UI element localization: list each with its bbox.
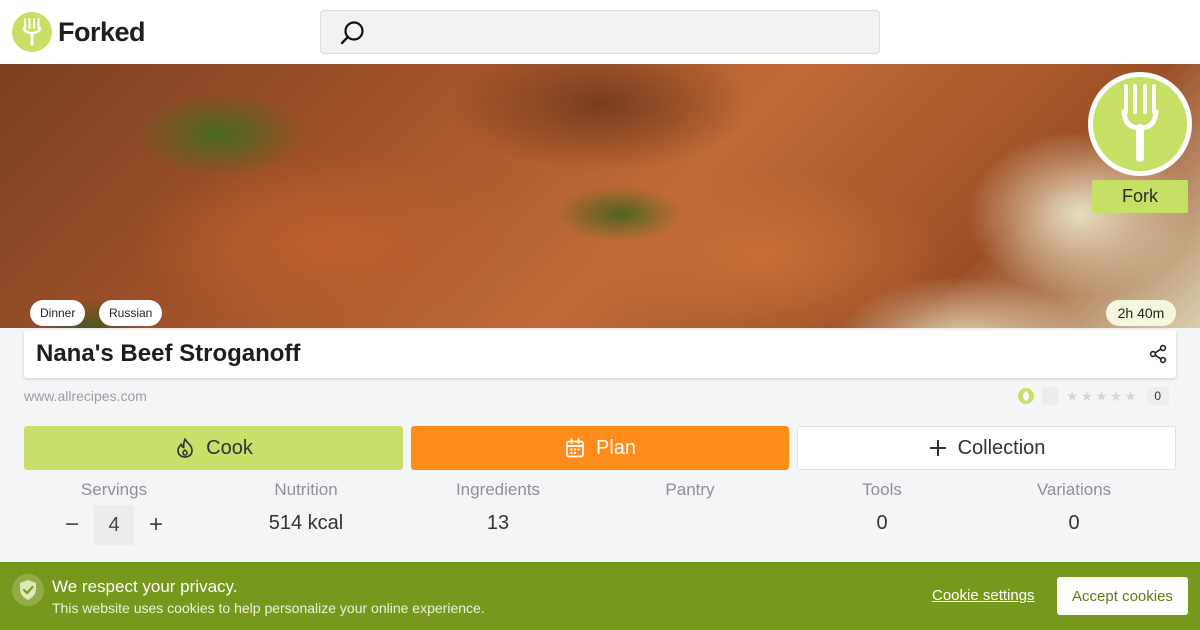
rating-count: 0 xyxy=(1146,387,1169,405)
recipe-title: Nana's Beef Stroganoff xyxy=(36,340,301,367)
rating-row: ★★★★★ 0 xyxy=(1018,386,1169,406)
nutrition-label: Nutrition xyxy=(274,480,338,499)
logo[interactable]: Forked xyxy=(12,12,146,52)
collection-button-label: Collection xyxy=(957,436,1046,459)
servings-value[interactable]: 4 xyxy=(94,505,134,545)
tools-value[interactable]: 0 xyxy=(792,512,972,535)
recipe-hero-image xyxy=(0,64,1200,328)
plan-button[interactable]: Plan xyxy=(411,426,789,470)
cookie-settings-link[interactable]: Cookie settings xyxy=(932,587,1035,604)
servings-label: Servings xyxy=(80,480,148,499)
cookie-banner-text: This website uses cookies to help person… xyxy=(52,600,485,616)
cookie-banner-title: We respect your privacy. xyxy=(52,577,238,596)
search-icon[interactable] xyxy=(339,19,367,52)
header: Forked xyxy=(0,0,1200,64)
recipe-title-card: Nana's Beef Stroganoff xyxy=(24,330,1176,378)
flame-icon xyxy=(174,437,196,459)
share-icon[interactable] xyxy=(1148,344,1168,364)
time-badge: 2h 40m xyxy=(1106,300,1176,326)
fork-badge[interactable] xyxy=(1088,72,1192,176)
add-collection-button[interactable]: Collection xyxy=(797,426,1176,470)
ingredients-value[interactable]: 13 xyxy=(408,512,588,535)
ingredients-label: Ingredients xyxy=(455,480,541,499)
tag-russian[interactable]: Russian xyxy=(99,300,163,326)
tag-dinner[interactable]: Dinner xyxy=(30,300,86,326)
calendar-icon xyxy=(564,437,586,459)
shield-check-icon xyxy=(12,574,44,606)
plan-button-label: Plan xyxy=(595,436,637,459)
logo-text: Forked xyxy=(58,16,146,47)
fork-icon xyxy=(1121,84,1159,162)
recipe-source-link[interactable]: www.allrecipes.com xyxy=(24,388,147,404)
cook-button-label: Cook xyxy=(206,436,253,459)
servings-increase-button[interactable]: + xyxy=(144,511,168,538)
fork-icon xyxy=(12,12,52,52)
servings-decrease-button[interactable]: − xyxy=(60,511,84,538)
rating-placeholder xyxy=(1042,387,1058,405)
cook-button[interactable]: Cook xyxy=(24,426,403,470)
search-input[interactable] xyxy=(320,10,880,54)
cookie-banner: We respect your privacy. This website us… xyxy=(0,562,1200,630)
accept-cookies-button[interactable]: Accept cookies xyxy=(1057,577,1188,615)
star-rating[interactable]: ★★★★★ xyxy=(1066,388,1139,405)
leaf-icon xyxy=(1018,388,1034,404)
plus-icon xyxy=(928,438,948,458)
nutrition-value[interactable]: 514 kcal xyxy=(216,512,396,535)
variations-label: Variations xyxy=(1036,480,1112,499)
variations-value[interactable]: 0 xyxy=(984,512,1164,535)
tools-label: Tools xyxy=(862,480,902,499)
pantry-label: Pantry xyxy=(665,480,715,499)
fork-button[interactable]: Fork xyxy=(1092,180,1188,213)
